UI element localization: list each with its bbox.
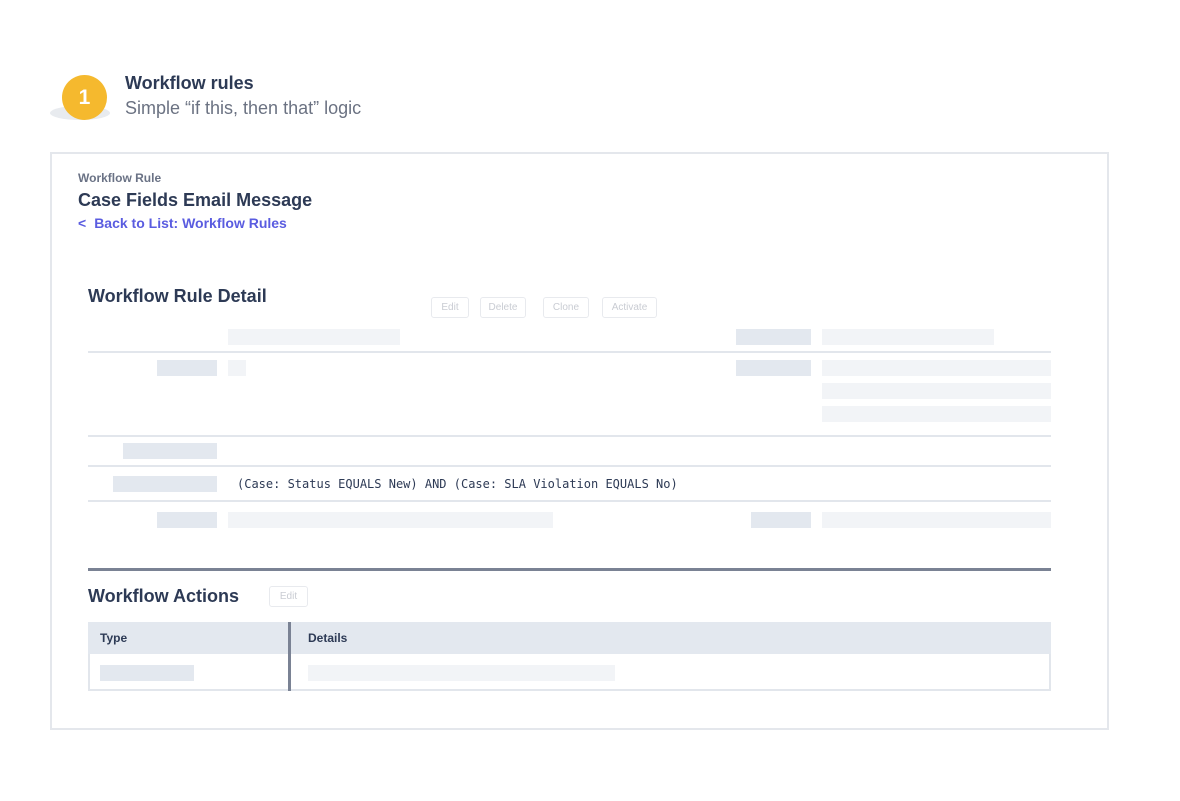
field-value-placeholder: [822, 406, 1051, 422]
edit-button[interactable]: Edit: [431, 297, 469, 318]
delete-button[interactable]: Delete: [480, 297, 526, 318]
field-value-placeholder: [822, 383, 1051, 399]
rule-criteria-formula: (Case: Status EQUALS New) AND (Case: SLA…: [237, 477, 678, 491]
field-value-placeholder: [822, 360, 1051, 376]
row-divider: [88, 435, 1051, 437]
back-to-list-link[interactable]: < Back to List: Workflow Rules: [78, 215, 287, 231]
detail-section-title: Workflow Rule Detail: [88, 286, 267, 306]
row-divider: [88, 500, 1051, 502]
page-title: Case Fields Email Message: [78, 190, 313, 210]
back-link-label: Back to List: Workflow Rules: [94, 215, 287, 231]
column-header-type: Type: [100, 631, 128, 645]
field-label-placeholder: [123, 443, 217, 459]
column-header-details: Details: [308, 631, 348, 645]
field-label-placeholder: [157, 360, 217, 376]
row-divider: [88, 351, 1051, 353]
action-type-placeholder: [100, 665, 194, 681]
step-number-badge: 1: [62, 75, 107, 120]
field-value-placeholder: [822, 329, 994, 345]
action-details-placeholder: [308, 665, 615, 681]
rule-name-value: [228, 329, 400, 345]
actions-edit-button[interactable]: Edit: [269, 586, 308, 607]
checkbox-placeholder: [228, 360, 246, 376]
field-label-placeholder: [736, 360, 811, 376]
rule-criteria-label: [113, 476, 217, 492]
clone-button[interactable]: Clone: [543, 297, 589, 318]
actions-table-header: [88, 622, 1051, 654]
chevron-left-icon: <: [78, 215, 87, 231]
record-type-label: Workflow Rule: [78, 171, 162, 185]
actions-section-title: Workflow Actions: [88, 586, 240, 606]
field-label-placeholder: [736, 329, 811, 345]
section-divider: [88, 568, 1051, 571]
step-subtitle: Simple “if this, then that” logic: [125, 98, 362, 118]
field-value-placeholder: [228, 512, 553, 528]
field-value-placeholder: [822, 512, 1051, 528]
field-label-placeholder: [157, 512, 217, 528]
activate-button[interactable]: Activate: [602, 297, 657, 318]
column-separator: [288, 622, 291, 691]
step-title: Workflow rules: [125, 73, 254, 93]
field-label-placeholder: [751, 512, 811, 528]
row-divider: [88, 465, 1051, 467]
